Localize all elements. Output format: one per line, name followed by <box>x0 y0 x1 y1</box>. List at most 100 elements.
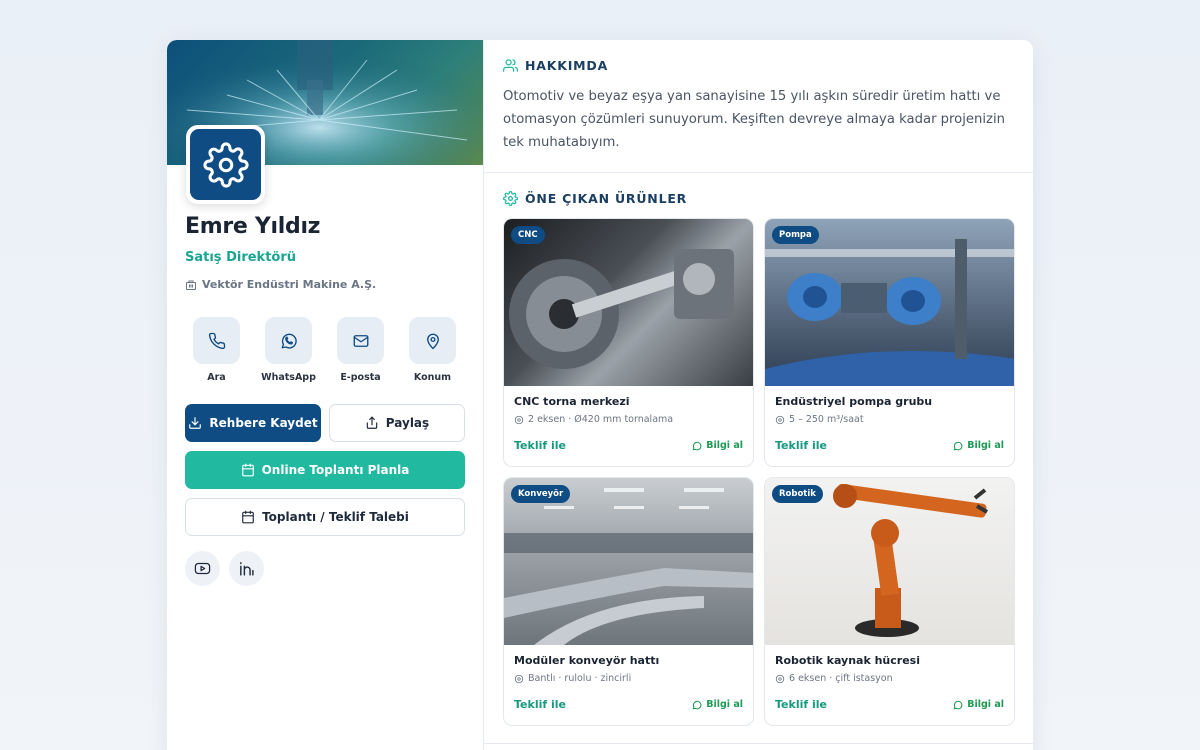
company-name: Vektör Endüstri Makine A.Ş. <box>202 278 377 291</box>
gear-icon <box>514 415 524 424</box>
profile-name: Emre Yıldız <box>185 214 321 239</box>
product-spec-text: Bantlı · rulolu · zincirli <box>528 673 632 684</box>
product-badge: Konveyör <box>511 485 571 503</box>
gear-icon <box>202 141 249 188</box>
whatsapp-label: WhatsApp <box>261 372 316 383</box>
about-text: Otomotiv ve beyaz eşya yan sanayisine 15… <box>503 89 1005 150</box>
product-image: CNC <box>504 219 753 386</box>
email-button[interactable] <box>337 317 384 364</box>
product-spec-text: 2 eksen · Ø420 mm tornalama <box>528 414 674 425</box>
profile-sidebar: Emre Yıldız Satış Direktörü Vektör Endüs… <box>167 40 484 750</box>
linkedin-link[interactable] <box>229 551 264 586</box>
product-spec: Bantlı · rulolu · zincirli <box>514 673 631 684</box>
product-info-link[interactable]: Bilgi al <box>953 699 1004 710</box>
whatsapp-icon <box>692 441 702 450</box>
save-contact-button[interactable]: Rehbere Kaydet <box>185 404 321 442</box>
product-quote-link[interactable]: Teklif ile <box>514 698 566 711</box>
products-heading-text: ÖNE ÇIKAN ÜRÜNLER <box>525 191 688 206</box>
about-heading-text: HAKKIMDA <box>525 58 609 73</box>
gear-icon <box>775 674 785 683</box>
section-divider <box>484 743 1033 744</box>
share-button[interactable]: Paylaş <box>329 404 465 442</box>
product-info-label: Bilgi al <box>967 699 1004 710</box>
company-line: Vektör Endüstri Makine A.Ş. <box>185 278 376 291</box>
profile-content: HAKKIMDA Otomotiv ve beyaz eşya yan sana… <box>484 40 1033 750</box>
product-quote-link[interactable]: Teklif ile <box>775 439 827 452</box>
product-image: Pompa <box>765 219 1014 386</box>
call-label: Ara <box>207 372 226 383</box>
share-icon <box>366 416 378 429</box>
product-image: Konveyör <box>504 478 753 645</box>
online-meeting-label: Online Toplantı Planla <box>261 463 410 477</box>
primary-buttons: Rehbere Kaydet Paylaş <box>185 404 465 442</box>
about-section: HAKKIMDA Otomotiv ve beyaz eşya yan sana… <box>503 58 1014 154</box>
product-quote-link[interactable]: Teklif ile <box>775 698 827 711</box>
youtube-link[interactable] <box>185 551 220 586</box>
product-name: Robotik kaynak hücresi <box>775 654 920 667</box>
products-grid: CNC CNC torna merkezi 2 eksen · Ø420 mm … <box>503 218 1015 726</box>
product-info-link[interactable]: Bilgi al <box>953 440 1004 451</box>
profile-title: Satış Direktörü <box>185 250 297 265</box>
gear-icon <box>775 415 785 424</box>
location-label: Konum <box>413 372 452 383</box>
product-name: CNC torna merkezi <box>514 395 630 408</box>
action-location[interactable]: Konum <box>409 317 456 383</box>
whatsapp-icon <box>953 700 963 709</box>
product-info-link[interactable]: Bilgi al <box>692 440 743 451</box>
product-name: Endüstriyel pompa grubu <box>775 395 933 408</box>
product-info-label: Bilgi al <box>706 699 743 710</box>
product-card[interactable]: Robotik Robotik kaynak hücresi 6 eksen ·… <box>764 477 1015 726</box>
product-spec: 2 eksen · Ø420 mm tornalama <box>514 414 673 425</box>
call-button[interactable] <box>193 317 240 364</box>
building-icon <box>186 280 196 290</box>
profile-card: Emre Yıldız Satış Direktörü Vektör Endüs… <box>167 40 1033 750</box>
product-badge: Robotik <box>772 485 823 503</box>
product-info-link[interactable]: Bilgi al <box>692 699 743 710</box>
whatsapp-icon <box>692 700 702 709</box>
products-heading: ÖNE ÇIKAN ÜRÜNLER <box>503 191 687 206</box>
youtube-icon <box>194 562 211 575</box>
product-quote-link[interactable]: Teklif ile <box>514 439 566 452</box>
whatsapp-icon <box>281 333 297 348</box>
gear-icon <box>503 191 518 206</box>
action-email[interactable]: E-posta <box>337 317 384 383</box>
product-badge: CNC <box>511 226 545 244</box>
action-call[interactable]: Ara <box>193 317 240 383</box>
company-logo <box>186 125 265 204</box>
calendar-icon <box>241 463 254 477</box>
users-icon <box>503 59 518 72</box>
meeting-quote-request-button[interactable]: Toplantı / Teklif Talebi <box>185 498 465 536</box>
calendar-icon <box>242 510 254 524</box>
linkedin-icon <box>240 562 254 576</box>
save-contact-label: Rehbere Kaydet <box>209 416 318 430</box>
action-whatsapp[interactable]: WhatsApp <box>261 317 316 383</box>
section-divider <box>484 172 1033 173</box>
location-pin-icon <box>426 333 439 349</box>
phone-icon <box>208 332 225 349</box>
download-icon <box>189 417 202 429</box>
product-spec-text: 6 eksen · çift istasyon <box>789 673 893 684</box>
social-links <box>185 551 264 586</box>
gear-icon <box>514 674 524 683</box>
quick-actions: Ara WhatsApp E-posta Konum <box>193 317 456 383</box>
product-name: Modüler konveyör hattı <box>514 654 660 667</box>
about-heading: HAKKIMDA <box>503 58 1014 73</box>
product-spec: 6 eksen · çift istasyon <box>775 673 893 684</box>
location-button[interactable] <box>409 317 456 364</box>
online-meeting-button[interactable]: Online Toplantı Planla <box>185 451 465 489</box>
product-badge: Pompa <box>772 226 819 244</box>
product-card[interactable]: CNC CNC torna merkezi 2 eksen · Ø420 mm … <box>503 218 754 467</box>
meeting-quote-request-label: Toplantı / Teklif Talebi <box>262 510 409 524</box>
product-card[interactable]: Konveyör Modüler konveyör hattı Bantlı ·… <box>503 477 754 726</box>
whatsapp-icon <box>953 441 963 450</box>
product-card[interactable]: Pompa Endüstriyel pompa grubu 5 – 250 m³… <box>764 218 1015 467</box>
whatsapp-button[interactable] <box>265 317 312 364</box>
product-image: Robotik <box>765 478 1014 645</box>
product-info-label: Bilgi al <box>967 440 1004 451</box>
share-label: Paylaş <box>385 416 430 430</box>
email-label: E-posta <box>340 372 381 383</box>
product-spec-text: 5 – 250 m³/saat <box>789 414 864 425</box>
mail-icon <box>353 334 368 347</box>
product-info-label: Bilgi al <box>706 440 743 451</box>
product-spec: 5 – 250 m³/saat <box>775 414 864 425</box>
